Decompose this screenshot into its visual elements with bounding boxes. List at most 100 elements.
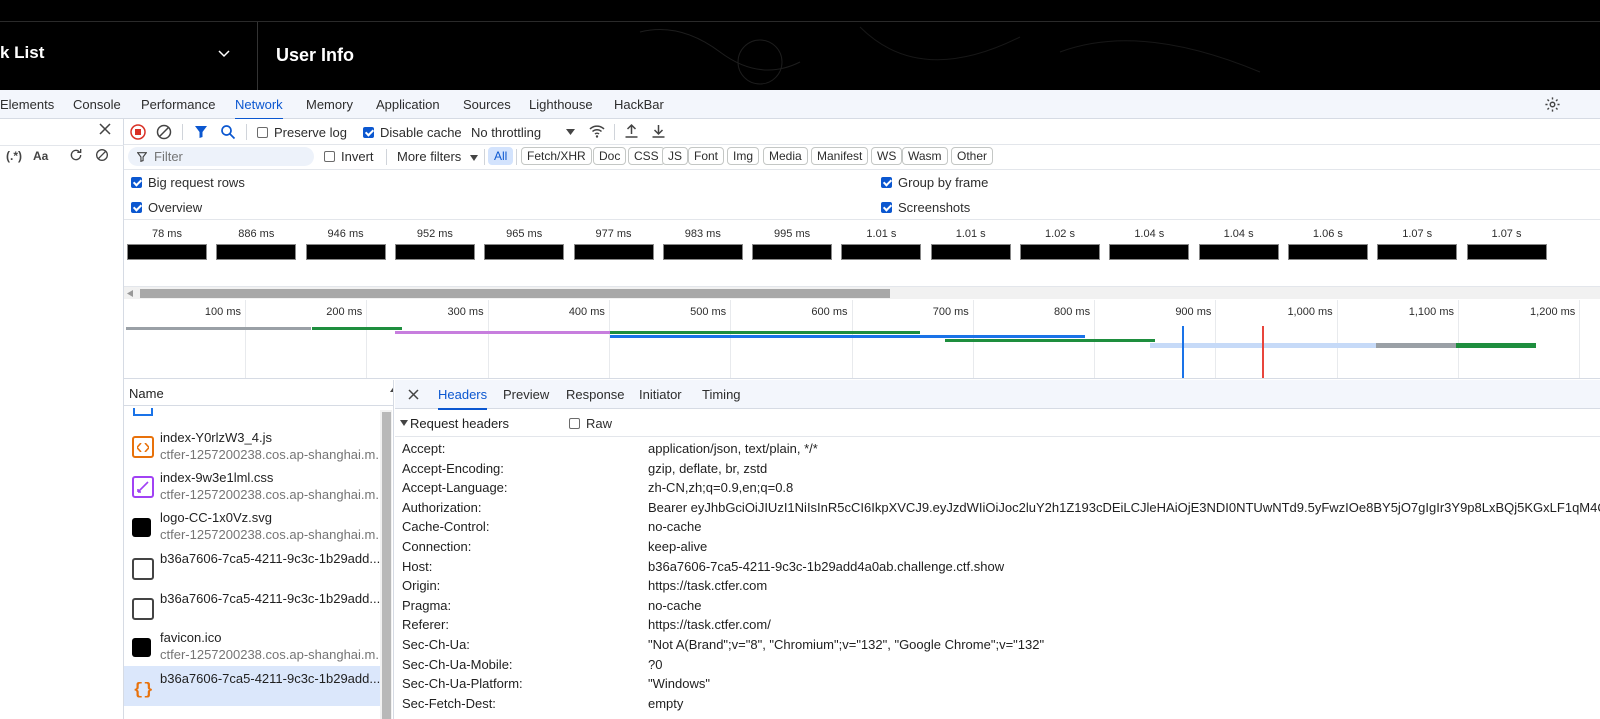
filmstrip-scrollbar[interactable] (124, 286, 1600, 299)
request-row[interactable]: b36a7606-7ca5-4211-9c3c-1b29add... (124, 546, 380, 586)
close-icon[interactable] (408, 389, 419, 400)
filter-bar: Invert More filters All Fetch/XHR Doc CS… (124, 145, 1600, 170)
timeline-tick-label: 200 ms (326, 306, 363, 318)
header-value: Bearer eyJhbGciOiJIUzI1NiIsInR5cCI6IkpXV… (648, 499, 1600, 515)
throttling-select[interactable]: No throttling (471, 125, 575, 140)
preserve-log-checkbox[interactable]: Preserve log (257, 125, 347, 140)
invert-checkbox[interactable]: Invert (324, 149, 374, 164)
tab-initiator[interactable]: Initiator (639, 380, 682, 409)
filmstrip-screenshot-thumbnail[interactable] (484, 244, 565, 260)
toolbar-divider (484, 149, 485, 165)
request-row[interactable]: index-Y0rlzW3_4.js ctfer-1257200238.cos.… (124, 426, 386, 466)
type-filter-ws[interactable]: WS (871, 147, 903, 165)
request-row[interactable]: index-9w3e1lml.css ctfer-1257200238.cos.… (124, 466, 386, 506)
type-filter-wasm[interactable]: Wasm (902, 147, 948, 165)
filmstrip-screenshot-thumbnail[interactable] (305, 244, 386, 260)
type-filter-other[interactable]: Other (951, 147, 994, 165)
regex-toggle[interactable]: (.*) (6, 149, 22, 163)
group-by-frame-checkbox[interactable]: Group by frame (881, 175, 988, 190)
filmstrip-screenshot-thumbnail[interactable] (1198, 244, 1279, 260)
screenshots-checkbox[interactable]: Screenshots (881, 200, 970, 215)
type-filter-font[interactable]: Font (688, 147, 725, 165)
app-left-title: k List (0, 43, 45, 62)
big-request-rows-checkbox[interactable]: Big request rows (131, 175, 245, 190)
filmstrip-screenshot-thumbnail[interactable] (752, 244, 833, 260)
network-conditions-icon[interactable] (588, 123, 606, 139)
record-stop-icon[interactable] (130, 124, 146, 140)
scrollbar-thumb[interactable] (382, 412, 391, 719)
filmstrip-screenshot-thumbnail[interactable] (1020, 244, 1100, 260)
tab-application[interactable]: Application (376, 90, 440, 119)
filter-input-box[interactable] (128, 147, 314, 166)
type-filter-css[interactable]: CSS (628, 147, 665, 165)
tab-console[interactable]: Console (73, 90, 121, 119)
filmstrip-time-label: 886 ms (238, 228, 275, 240)
tab-hackbar[interactable]: HackBar (614, 90, 664, 119)
tab-performance[interactable]: Performance (141, 90, 215, 119)
filmstrip-screenshot-thumbnail[interactable] (127, 244, 207, 260)
tab-memory[interactable]: Memory (306, 90, 353, 119)
close-icon[interactable] (99, 123, 111, 135)
type-filter-all[interactable]: All (488, 147, 514, 165)
clear-icon[interactable] (94, 147, 110, 163)
filmstrip-screenshot-thumbnail[interactable] (1466, 244, 1547, 260)
clear-log-icon[interactable] (156, 124, 172, 140)
tab-preview[interactable]: Preview (503, 380, 549, 409)
scroll-left-arrow-icon[interactable] (127, 290, 133, 297)
header-value: no-cache (648, 597, 702, 613)
filmstrip-screenshot-thumbnail[interactable] (1109, 244, 1190, 260)
tab-sources[interactable]: Sources (463, 90, 511, 119)
tab-timing[interactable]: Timing (702, 380, 741, 409)
search-icon[interactable] (220, 124, 236, 140)
filter-icon[interactable] (194, 125, 208, 139)
chevron-down-icon[interactable] (218, 49, 230, 59)
tab-headers[interactable]: Headers (438, 380, 488, 410)
tab-response[interactable]: Response (566, 380, 625, 409)
raw-checkbox[interactable]: Raw (569, 416, 612, 431)
request-list-scrollbar[interactable] (380, 410, 392, 719)
collapse-arrow-icon[interactable] (400, 420, 408, 426)
filmstrip-screenshot-thumbnail[interactable] (1287, 244, 1368, 260)
request-row[interactable]: logo-CC-1x0Vz.svg ctfer-1257200238.cos.a… (124, 506, 386, 546)
filmstrip-screenshot-thumbnail[interactable] (930, 244, 1011, 260)
type-filter-media[interactable]: Media (763, 147, 808, 165)
scrollbar-thumb[interactable] (140, 289, 890, 298)
section-title: Request headers (410, 416, 510, 431)
filmstrip-screenshot-thumbnail[interactable] (662, 244, 743, 260)
match-case-toggle[interactable]: Aa (33, 149, 48, 163)
type-filter-js[interactable]: JS (662, 147, 689, 165)
request-headers-section-header[interactable]: Request headers Raw (395, 410, 1600, 437)
filmstrip-screenshot-thumbnail[interactable] (841, 244, 922, 260)
timeline-gridline (487, 300, 489, 378)
filmstrip-screenshot-thumbnail[interactable] (216, 244, 297, 260)
filmstrip-screenshot-thumbnail[interactable] (394, 244, 475, 260)
tab-network[interactable]: Network (235, 90, 283, 120)
more-filters-dropdown[interactable]: More filters (397, 149, 478, 164)
checkbox-box (257, 127, 268, 138)
filmstrip-screenshot-thumbnail[interactable] (1377, 244, 1458, 260)
column-header-name[interactable]: Name (129, 386, 164, 401)
filmstrip-time-label: 1.06 s (1312, 228, 1343, 240)
gear-icon[interactable] (1544, 96, 1561, 113)
type-filter-manifest[interactable]: Manifest (811, 147, 869, 165)
tab-lighthouse[interactable]: Lighthouse (529, 90, 593, 119)
type-filter-img[interactable]: Img (727, 147, 760, 165)
filmstrip-time-label: 1.07 s (1491, 228, 1522, 240)
refresh-icon[interactable] (68, 147, 84, 163)
header-name: Accept: (402, 441, 446, 456)
import-har-icon[interactable] (624, 123, 639, 139)
overview-checkbox[interactable]: Overview (131, 200, 202, 215)
header-value: gzip, deflate, br, zstd (648, 460, 768, 476)
document-icon (132, 598, 154, 620)
disable-cache-checkbox[interactable]: Disable cache (363, 125, 462, 140)
request-row[interactable]: {} b36a7606-7ca5-4211-9c3c-1b29add... (124, 666, 380, 706)
export-har-icon[interactable] (651, 123, 666, 139)
filmstrip-screenshot-thumbnail[interactable] (573, 244, 654, 260)
type-filter-fetch-xhr[interactable]: Fetch/XHR (521, 147, 592, 165)
tab-elements[interactable]: Elements (0, 90, 54, 119)
filter-input[interactable] (154, 148, 304, 165)
type-filter-doc[interactable]: Doc (593, 147, 627, 165)
request-row[interactable]: favicon.ico ctfer-1257200238.cos.ap-shan… (124, 626, 386, 666)
request-row[interactable]: b36a7606-7ca5-4211-9c3c-1b29add... (124, 586, 380, 626)
sort-ascending-icon[interactable] (390, 387, 394, 392)
